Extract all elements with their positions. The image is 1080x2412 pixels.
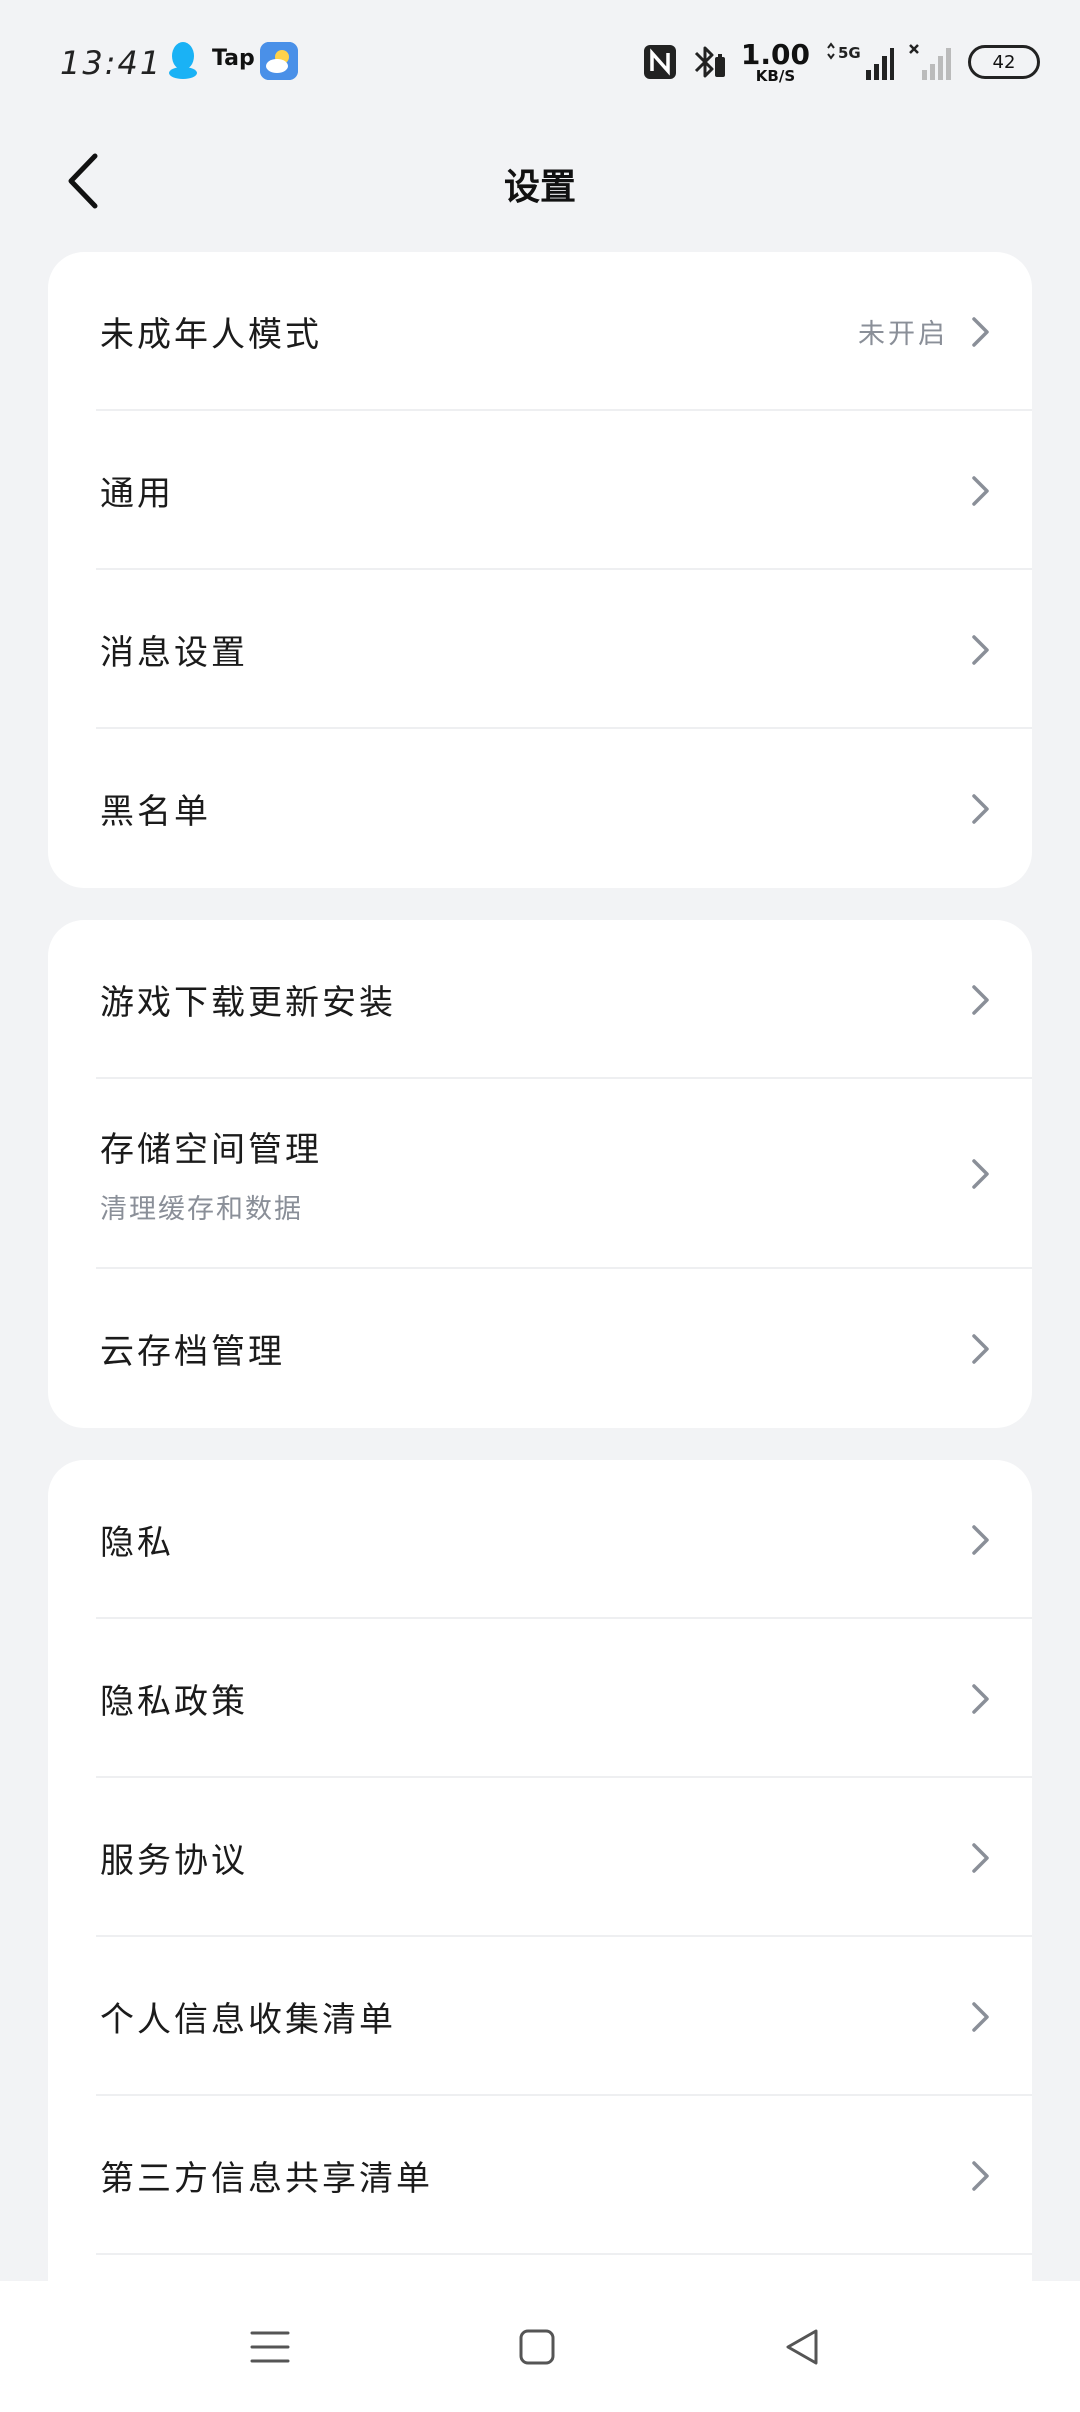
item-label: 存储空间管理 xyxy=(100,1130,322,1170)
item-label: 隐私政策 xyxy=(100,1682,248,1722)
item-label: 第三方信息共享清单 xyxy=(100,2159,433,2199)
item-label: 个人信息收集清单 xyxy=(100,2000,396,2040)
home-square-icon xyxy=(519,2329,555,2365)
chevron-right-icon xyxy=(972,1683,989,1714)
item-label: 通用 xyxy=(100,474,174,514)
item-label: 服务协议 xyxy=(100,1841,248,1881)
chevron-right-icon xyxy=(972,1524,989,1555)
chevron-right-icon xyxy=(972,1842,989,1873)
settings-item-third-party-sharing-list[interactable]: 第三方信息共享清单 xyxy=(48,2096,1032,2255)
tap-icon: Tap xyxy=(212,46,255,71)
settings-item-privacy-policy[interactable]: 隐私政策 xyxy=(48,1619,1032,1778)
chevron-right-icon xyxy=(972,1333,989,1364)
settings-item-minor-mode[interactable]: 未成年人模式 未开启 xyxy=(48,252,1032,411)
signal-icon: 5G xyxy=(827,42,894,80)
item-label: 消息设置 xyxy=(100,633,248,673)
speed-value: 1.00 xyxy=(740,37,810,71)
header: 设置 xyxy=(0,124,1080,240)
settings-item-general[interactable]: 通用 xyxy=(48,411,1032,570)
settings-group-storage: 游戏下载更新安装 存储空间管理 清理缓存和数据 云存档管理 xyxy=(48,920,1032,1428)
settings-item-cloud-save[interactable]: 云存档管理 xyxy=(48,1269,1032,1428)
speed-unit: KB/S xyxy=(755,66,796,85)
battery-level: 42 xyxy=(992,51,1016,73)
status-time: 13:41 xyxy=(60,44,163,82)
menu-icon xyxy=(250,2331,290,2363)
chevron-right-icon xyxy=(972,316,989,347)
chevron-right-icon xyxy=(972,634,989,665)
recent-apps-button[interactable] xyxy=(238,2315,302,2379)
item-label: 云存档管理 xyxy=(100,1332,285,1372)
system-nav-bar xyxy=(0,2281,1080,2412)
settings-item-service-agreement[interactable]: 服务协议 xyxy=(48,1778,1032,1937)
settings-item-privacy[interactable]: 隐私 xyxy=(48,1460,1032,1619)
back-triangle-icon xyxy=(786,2329,818,2365)
chevron-right-icon xyxy=(972,2001,989,2032)
back-nav-button[interactable] xyxy=(770,2315,834,2379)
settings-item-storage-management[interactable]: 存储空间管理 清理缓存和数据 xyxy=(48,1079,1032,1269)
item-label: 黑名单 xyxy=(100,792,211,832)
settings-group-account: 未成年人模式 未开启 通用 消息设置 黑名单 xyxy=(48,252,1032,888)
status-right: 1.00 KB/S 5G 42 xyxy=(643,38,1040,86)
settings-item-message-settings[interactable]: 消息设置 xyxy=(48,570,1032,729)
chevron-right-icon xyxy=(972,475,989,506)
item-label: 未成年人模式 xyxy=(100,315,322,355)
network-speed: 1.00 KB/S xyxy=(740,37,810,85)
signal-no-service-icon xyxy=(909,44,951,80)
weather-icon xyxy=(260,42,298,80)
page-title: 设置 xyxy=(503,167,576,208)
divider xyxy=(96,2253,1032,2255)
battery-icon: 42 xyxy=(968,45,1040,79)
item-status-value: 未开启 xyxy=(858,319,948,350)
status-bar: 13:41 Tap 1.00 KB/S 5G 42 xyxy=(0,0,1080,124)
settings-item-game-download[interactable]: 游戏下载更新安装 xyxy=(48,920,1032,1079)
qq-icon xyxy=(169,42,197,79)
chevron-right-icon xyxy=(972,2160,989,2191)
settings-screen: 13:41 Tap 1.00 KB/S 5G 42 设置 未成年人模式 未开启 … xyxy=(0,0,1080,2412)
settings-item-blacklist[interactable]: 黑名单 xyxy=(48,729,1032,888)
network-type: 5G xyxy=(838,44,861,62)
chevron-right-icon xyxy=(972,793,989,824)
home-button[interactable] xyxy=(505,2315,569,2379)
item-subtitle: 清理缓存和数据 xyxy=(100,1194,303,1225)
settings-group-privacy: 隐私 隐私政策 服务协议 个人信息收集清单 第三方信息共享清单 xyxy=(48,1460,1032,2360)
chevron-right-icon xyxy=(972,1159,989,1189)
chevron-right-icon xyxy=(972,984,989,1015)
bluetooth-icon xyxy=(694,46,725,78)
item-label: 隐私 xyxy=(100,1523,174,1563)
settings-item-personal-info-list[interactable]: 个人信息收集清单 xyxy=(48,1937,1032,2096)
item-label: 游戏下载更新安装 xyxy=(100,983,396,1023)
nfc-icon xyxy=(643,45,676,79)
